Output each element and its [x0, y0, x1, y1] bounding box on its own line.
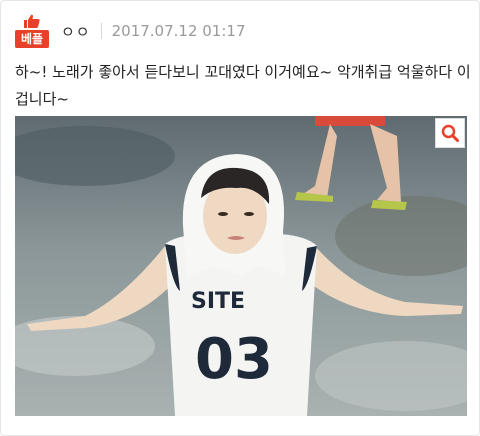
thumbs-up-icon: [24, 14, 40, 28]
comment-header: 베플 ㅇㅇ 2017.07.12 01:17: [15, 13, 246, 49]
best-comment-card: 베플 ㅇㅇ 2017.07.12 01:17 하~! 노래가 좋아서 듣다보니 …: [0, 0, 480, 436]
divider: [100, 23, 102, 39]
best-label: 베플: [15, 30, 49, 48]
svg-text:SITE: SITE: [191, 289, 245, 314]
zoom-button[interactable]: [435, 118, 465, 148]
photo-illustration: SITE 03: [15, 116, 467, 416]
best-comment-badge: 베플: [15, 14, 49, 48]
magnifier-icon: [441, 124, 459, 142]
svg-text:03: 03: [195, 327, 273, 392]
attached-photo[interactable]: SITE 03: [15, 116, 467, 416]
post-date: 2017.07.12 01:17: [111, 22, 246, 40]
author-name[interactable]: ㅇㅇ: [61, 21, 91, 42]
comment-text: 하~! 노래가 좋아서 듣다보니 꼬대였다 이거예요~ 악개취급 억울하다 이겁…: [15, 63, 471, 108]
